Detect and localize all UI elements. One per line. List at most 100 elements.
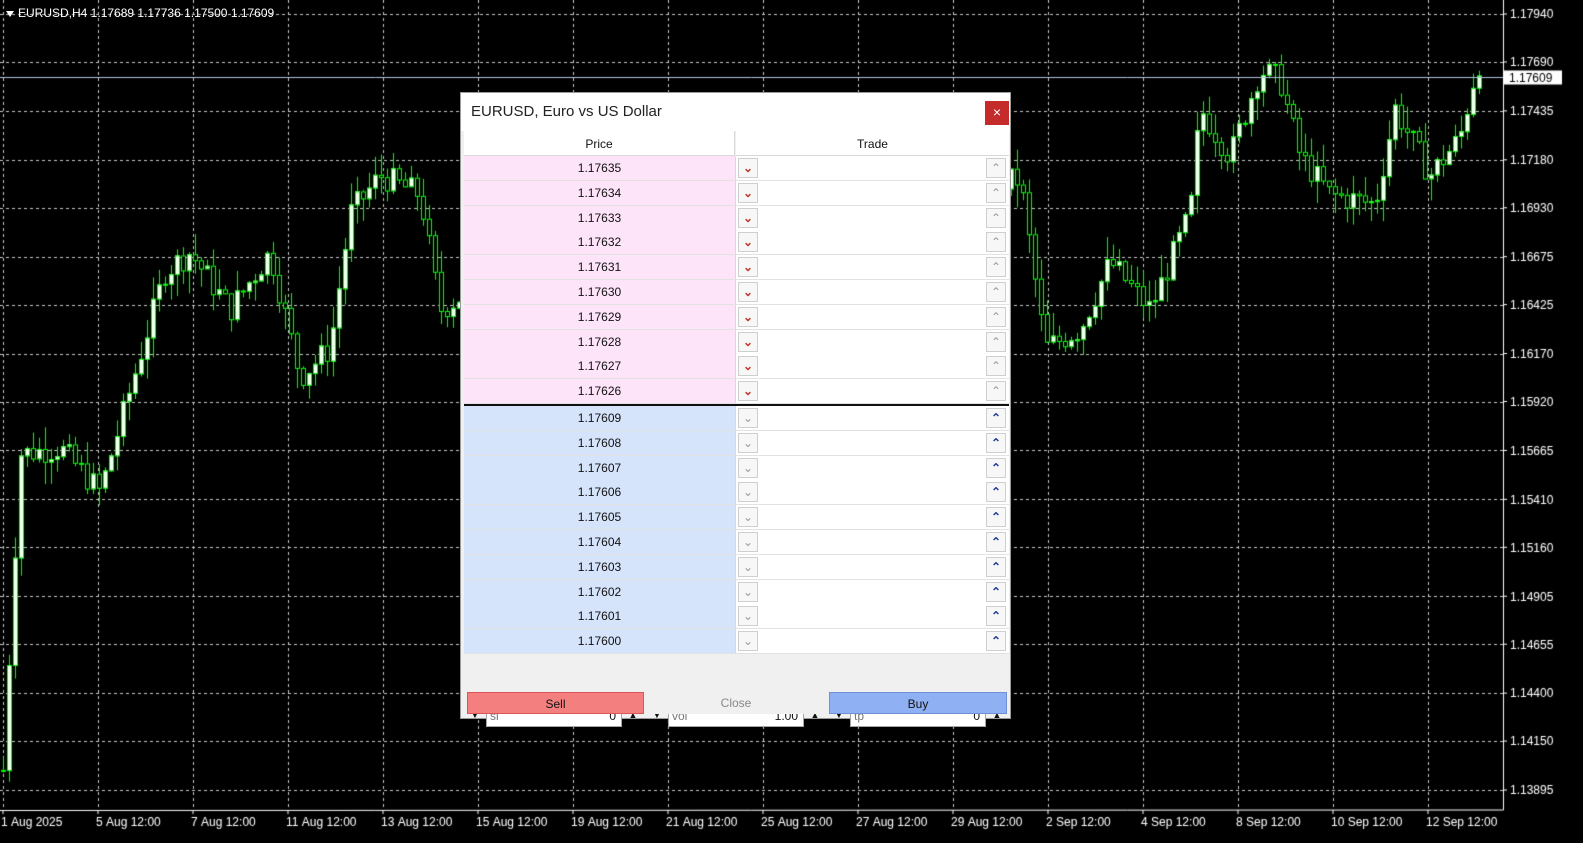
window-titlebar[interactable]: EURUSD, Euro vs US Dollar × xyxy=(461,93,1010,131)
trade-cell[interactable] xyxy=(736,629,1009,654)
trade-cell[interactable] xyxy=(736,280,1009,304)
price-cell[interactable]: 1.17629 xyxy=(464,304,735,329)
buy-limit-button[interactable]: ⌃ xyxy=(986,606,1006,627)
sell-limit-button[interactable]: ⌄ xyxy=(738,158,758,178)
buy-limit-button[interactable]: ⌃ xyxy=(986,282,1006,302)
buy-limit-button[interactable]: ⌃ xyxy=(986,207,1006,228)
bid-level-row: 1.17601 ⌄ ⌃ xyxy=(464,604,1009,630)
row-divider xyxy=(464,653,1009,655)
trade-cell[interactable] xyxy=(736,430,1009,455)
sell-limit-button[interactable]: ⌄ xyxy=(738,207,758,228)
buy-limit-button[interactable]: ⌃ xyxy=(986,457,1006,478)
trade-cell[interactable] xyxy=(736,205,1009,230)
trade-cell[interactable] xyxy=(736,480,1009,505)
price-cell[interactable]: 1.17635 xyxy=(464,156,735,180)
trade-cell[interactable] xyxy=(736,579,1009,604)
price-cell[interactable]: 1.17607 xyxy=(464,455,735,480)
ask-level-row: 1.17634 ⌄ ⌃ xyxy=(464,180,1009,206)
chart-header-text: EURUSD,H4 1.17689 1.17736 1.17500 1.1760… xyxy=(18,6,275,20)
buy-limit-button[interactable]: ⌃ xyxy=(986,581,1006,602)
bid-level-row: 1.17609 ⌄ ⌃ xyxy=(464,406,1009,431)
trade-cell[interactable] xyxy=(736,180,1009,205)
buy-button[interactable]: Buy xyxy=(829,692,1007,714)
trade-cell[interactable] xyxy=(736,406,1009,430)
price-cell[interactable]: 1.17606 xyxy=(464,480,735,505)
sell-limit-button[interactable]: ⌄ xyxy=(738,432,758,453)
sell-limit-button[interactable]: ⌄ xyxy=(738,606,758,627)
price-cell[interactable]: 1.17634 xyxy=(464,180,735,205)
sell-limit-button[interactable]: ⌄ xyxy=(738,232,758,253)
sell-limit-button[interactable]: ⌄ xyxy=(738,356,758,377)
sell-limit-button[interactable]: ⌄ xyxy=(738,331,758,352)
trade-cell[interactable] xyxy=(736,304,1009,329)
trade-cell[interactable] xyxy=(736,455,1009,480)
buy-limit-button[interactable]: ⌃ xyxy=(986,356,1006,377)
buy-limit-button[interactable]: ⌃ xyxy=(986,182,1006,203)
buy-limit-button[interactable]: ⌃ xyxy=(986,306,1006,327)
price-cell[interactable]: 1.17632 xyxy=(464,230,735,255)
sell-limit-button[interactable]: ⌄ xyxy=(738,532,758,552)
sell-limit-button[interactable]: ⌄ xyxy=(738,381,758,402)
price-column-header: Price xyxy=(464,131,735,156)
trade-cell[interactable] xyxy=(736,530,1009,554)
close-window-button[interactable]: × xyxy=(985,101,1009,125)
price-cell[interactable]: 1.17631 xyxy=(464,255,735,280)
buy-limit-button[interactable]: ⌃ xyxy=(986,232,1006,253)
price-cell[interactable]: 1.17630 xyxy=(464,280,735,304)
price-cell[interactable]: 1.17605 xyxy=(464,505,735,530)
trade-cell[interactable] xyxy=(736,505,1009,530)
sell-limit-button[interactable]: ⌄ xyxy=(738,408,758,428)
buy-limit-button[interactable]: ⌃ xyxy=(986,631,1006,652)
sell-limit-button[interactable]: ⌄ xyxy=(738,257,758,278)
close-position-button[interactable]: Close xyxy=(647,692,825,714)
trade-cell[interactable] xyxy=(736,354,1009,379)
trade-cell[interactable] xyxy=(736,554,1009,579)
trade-cell[interactable] xyxy=(736,230,1009,255)
sell-limit-button[interactable]: ⌄ xyxy=(738,631,758,652)
sell-limit-button[interactable]: ⌄ xyxy=(738,457,758,478)
depth-of-market-window: EURUSD, Euro vs US Dollar × Price Trade … xyxy=(460,92,1011,727)
trade-cell[interactable] xyxy=(736,604,1009,629)
bid-level-row: 1.17605 ⌄ ⌃ xyxy=(464,505,1009,531)
buy-limit-button[interactable]: ⌃ xyxy=(986,532,1006,552)
buy-limit-button[interactable]: ⌃ xyxy=(986,257,1006,278)
sell-limit-button[interactable]: ⌄ xyxy=(738,306,758,327)
buy-limit-button[interactable]: ⌃ xyxy=(986,432,1006,453)
buy-limit-button[interactable]: ⌃ xyxy=(986,408,1006,428)
trade-cell[interactable] xyxy=(736,329,1009,354)
price-cell[interactable]: 1.17608 xyxy=(464,430,735,455)
sell-limit-button[interactable]: ⌄ xyxy=(738,182,758,203)
price-cell[interactable]: 1.17628 xyxy=(464,329,735,354)
sell-limit-button[interactable]: ⌄ xyxy=(738,556,758,577)
price-cell[interactable]: 1.17626 xyxy=(464,379,735,404)
buy-limit-button[interactable]: ⌃ xyxy=(986,556,1006,577)
sell-button[interactable]: Sell xyxy=(467,692,644,714)
price-cell[interactable]: 1.17627 xyxy=(464,354,735,379)
trade-cell[interactable] xyxy=(736,379,1009,404)
trade-cell[interactable] xyxy=(736,156,1009,180)
price-cell[interactable]: 1.17602 xyxy=(464,579,735,604)
price-cell[interactable]: 1.17601 xyxy=(464,604,735,629)
sell-limit-button[interactable]: ⌄ xyxy=(738,282,758,302)
bid-level-row: 1.17602 ⌄ ⌃ xyxy=(464,579,1009,605)
sell-limit-button[interactable]: ⌄ xyxy=(738,507,758,528)
dropdown-triangle-icon[interactable] xyxy=(6,10,14,17)
chart-symbol-header[interactable]: EURUSD,H4 1.17689 1.17736 1.17500 1.1760… xyxy=(6,6,274,20)
trade-cell[interactable] xyxy=(736,255,1009,280)
buy-limit-button[interactable]: ⌃ xyxy=(986,381,1006,402)
bid-level-row: 1.17607 ⌄ ⌃ xyxy=(464,455,1009,481)
price-cell[interactable]: 1.17609 xyxy=(464,406,735,430)
sell-limit-button[interactable]: ⌄ xyxy=(738,581,758,602)
buy-limit-button[interactable]: ⌃ xyxy=(986,482,1006,503)
buy-limit-button[interactable]: ⌃ xyxy=(986,158,1006,178)
buy-limit-button[interactable]: ⌃ xyxy=(986,331,1006,352)
buy-limit-button[interactable]: ⌃ xyxy=(986,507,1006,528)
price-cell[interactable]: 1.17600 xyxy=(464,629,735,654)
sell-limit-button[interactable]: ⌄ xyxy=(738,482,758,503)
ask-level-row: 1.17628 ⌄ ⌃ xyxy=(464,329,1009,355)
price-cell[interactable]: 1.17604 xyxy=(464,530,735,554)
price-cell[interactable]: 1.17603 xyxy=(464,554,735,579)
ask-level-row: 1.17627 ⌄ ⌃ xyxy=(464,354,1009,380)
price-cell[interactable]: 1.17633 xyxy=(464,205,735,230)
ask-level-row: 1.17630 ⌄ ⌃ xyxy=(464,280,1009,305)
